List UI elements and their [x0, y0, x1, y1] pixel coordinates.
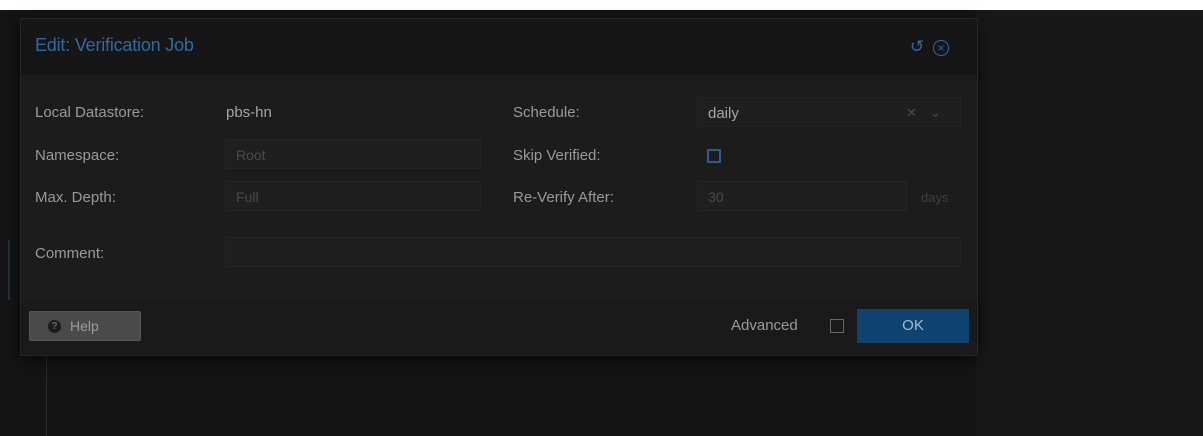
edit-verification-job-dialog: Edit: Verification Job ↺ × Local Datasto…	[20, 18, 978, 356]
window-top-edge	[0, 0, 1203, 10]
datastore-value: pbs-hn	[226, 104, 272, 121]
background-divider	[46, 352, 47, 436]
comment-label: Comment:	[35, 245, 105, 262]
datastore-label: Local Datastore:	[35, 104, 145, 121]
chevron-down-icon[interactable]: ⌄	[930, 105, 941, 121]
namespace-value: Root	[236, 147, 266, 163]
dialog-title: Edit: Verification Job	[35, 35, 194, 55]
schedule-value: daily	[708, 105, 739, 122]
comment-input[interactable]	[225, 237, 961, 267]
background-panel-edge	[8, 240, 10, 300]
dialog-header: Edit: Verification Job ↺ ×	[21, 19, 977, 75]
namespace-label: Namespace:	[35, 147, 120, 164]
dialog-footer: ? Help Advanced OK	[21, 301, 977, 355]
max-depth-combobox[interactable]: Full	[225, 181, 481, 211]
max-depth-value: Full	[236, 189, 259, 205]
reverify-after-label: Re-Verify After:	[513, 189, 614, 206]
background-panel	[976, 10, 1203, 436]
schedule-combobox[interactable]: daily ✕ ⌄	[697, 97, 961, 127]
reverify-after-value: 30	[708, 189, 724, 205]
reverify-after-input[interactable]: 30	[697, 181, 907, 211]
namespace-combobox[interactable]: Root	[225, 139, 481, 169]
reset-icon[interactable]: ↺	[907, 37, 927, 57]
help-button[interactable]: ? Help	[29, 311, 141, 341]
question-circle-icon: ?	[48, 320, 61, 333]
skip-verified-label: Skip Verified:	[513, 147, 601, 164]
schedule-label: Schedule:	[513, 104, 580, 121]
skip-verified-checkbox[interactable]	[707, 149, 721, 163]
advanced-label: Advanced	[731, 317, 798, 334]
reverify-unit: days	[921, 190, 949, 205]
ok-button[interactable]: OK	[857, 309, 969, 343]
max-depth-label: Max. Depth:	[35, 189, 116, 206]
help-button-label: Help	[70, 318, 99, 334]
advanced-checkbox[interactable]	[830, 319, 844, 333]
close-icon[interactable]: ×	[931, 37, 951, 57]
clear-icon[interactable]: ✕	[906, 105, 917, 121]
